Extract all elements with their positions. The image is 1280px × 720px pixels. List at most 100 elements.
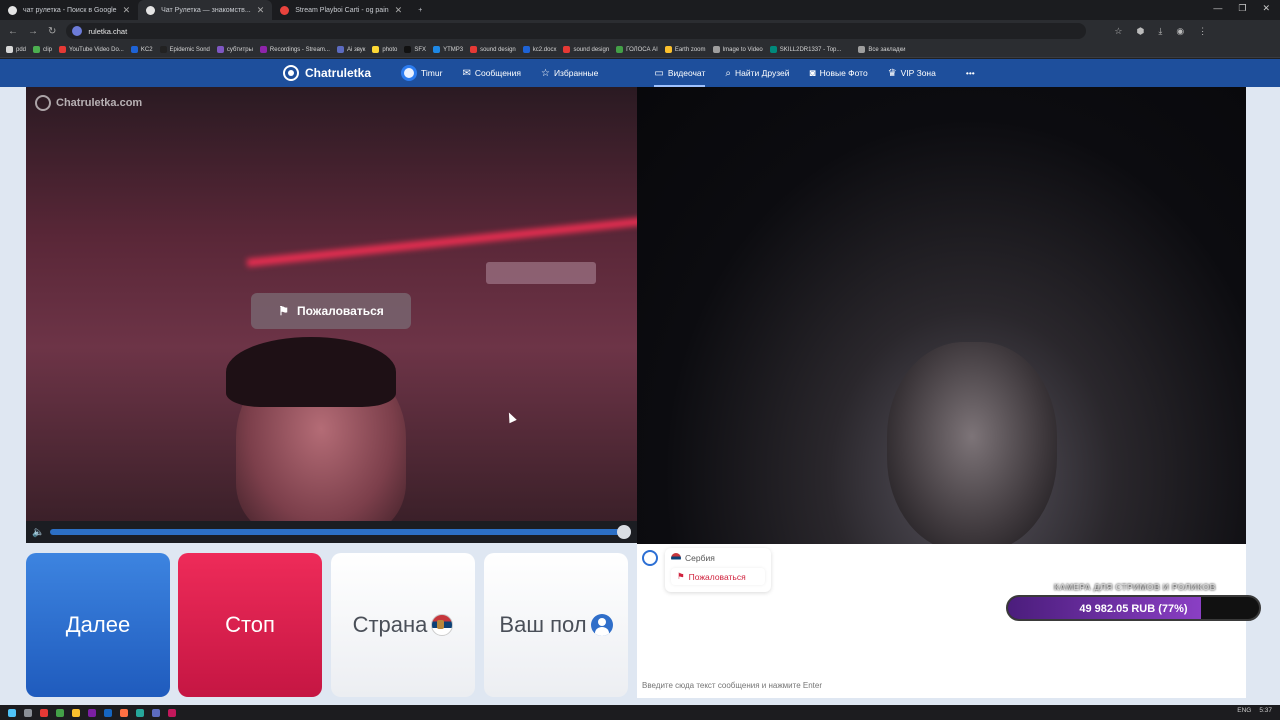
bookmark-item[interactable]: SKILL2DR1337 - Top... xyxy=(769,46,841,53)
download-icon[interactable]: ⤓ xyxy=(1158,26,1162,37)
nav-new-photos[interactable]: ◙ Новые Фото xyxy=(810,59,868,87)
bookmark-item[interactable]: Epidemic Sond xyxy=(159,46,210,53)
tab-title: чат рулетка - Поиск в Google xyxy=(23,6,117,14)
back-icon[interactable]: ← xyxy=(8,26,18,37)
app-icon[interactable] xyxy=(56,708,64,717)
star-icon[interactable]: ☆ xyxy=(1114,26,1122,37)
browser-tab-2[interactable]: Чат Рулетка — знакомств... ✕ xyxy=(138,0,273,20)
nav-favorites[interactable]: ☆ Избранные xyxy=(541,59,598,87)
nav-label: Видеочат xyxy=(667,68,706,78)
logo-text: Chatruletka xyxy=(305,66,372,80)
volume-control: 🔈 xyxy=(26,521,637,543)
stop-button[interactable]: Стоп xyxy=(178,553,322,697)
nav-profile[interactable]: Timur xyxy=(401,59,442,87)
bookmark-item[interactable]: kc2.docx xyxy=(522,46,556,53)
close-window-icon[interactable]: ✕ xyxy=(1262,3,1270,14)
bookmark-item[interactable]: photo xyxy=(372,46,397,53)
reload-icon[interactable]: ↻ xyxy=(48,26,56,37)
volume-slider-handle[interactable] xyxy=(617,525,631,539)
browser-tab-3[interactable]: Stream Playboi Carti - og pain ✕ xyxy=(272,0,410,20)
avatar-icon xyxy=(401,65,418,81)
address-bar: ← → ↻ ruletka.chat ☆ ⬢ ⤓ ◉ ⋮ xyxy=(0,20,1280,42)
url-field[interactable]: ruletka.chat xyxy=(66,23,1087,39)
partner-video: Chatruletka.com ⚑ Пожаловаться xyxy=(26,87,637,521)
app-icon[interactable] xyxy=(40,708,48,717)
donation-amount: 49 982.05 RUB (77%) xyxy=(1079,603,1188,615)
close-icon[interactable]: ✕ xyxy=(123,5,131,16)
bookmark-item[interactable]: Все закладки xyxy=(858,46,905,53)
close-icon[interactable]: ✕ xyxy=(395,5,403,16)
more-icon: ••• xyxy=(965,68,975,78)
forward-icon[interactable]: → xyxy=(28,26,38,37)
bookmark-item[interactable]: субтитры xyxy=(216,46,253,53)
report-button[interactable]: ⚑ Пожаловаться xyxy=(251,293,411,329)
nav-videochat[interactable]: ▭ Видеочат xyxy=(654,59,705,87)
windows-taskbar: ENG 5:37 xyxy=(0,705,1280,720)
air-conditioner xyxy=(486,262,596,284)
country-button[interactable]: Страна xyxy=(331,553,475,697)
profile-icon[interactable]: ◉ xyxy=(1176,26,1184,37)
site-info-icon[interactable] xyxy=(72,26,83,36)
app-icon[interactable] xyxy=(136,708,144,717)
bookmark-item[interactable]: ГОЛОСА AI xyxy=(616,46,658,53)
bookmark-item[interactable]: sound design xyxy=(563,46,609,53)
volume-icon[interactable]: 🔈 xyxy=(32,527,50,538)
next-button[interactable]: Далее xyxy=(26,553,170,697)
video-icon: ▭ xyxy=(654,67,664,79)
discord-icon[interactable] xyxy=(152,708,160,717)
nav-vip-zone[interactable]: ♛ VIP Зона xyxy=(888,59,936,87)
clock[interactable]: 5:37 xyxy=(1259,707,1272,714)
bookmark-item[interactable]: Ai звук xyxy=(336,46,365,53)
extension-icon[interactable]: ⬢ xyxy=(1136,26,1144,37)
gender-button[interactable]: Ваш пол xyxy=(484,553,628,697)
bookmark-item[interactable]: clip xyxy=(33,46,52,53)
self-video xyxy=(637,87,1246,544)
app-icon[interactable] xyxy=(104,708,112,717)
search-icon[interactable] xyxy=(24,708,32,717)
google-icon xyxy=(8,5,17,15)
windows-start-icon[interactable] xyxy=(8,708,16,717)
minimize-icon[interactable]: — xyxy=(1213,3,1222,14)
chat-message-input[interactable] xyxy=(642,678,1002,692)
gender-label: Ваш пол xyxy=(499,612,587,637)
bookmark-item[interactable]: pdd xyxy=(6,46,26,53)
bookmark-item[interactable]: SFX xyxy=(404,46,426,53)
bookmark-item[interactable]: YouTube Video Do... xyxy=(59,46,124,53)
donation-goal-value: 000 xyxy=(1232,624,1246,633)
nav-label: VIP Зона xyxy=(900,68,936,78)
nav-messages[interactable]: ✉ Сообщения xyxy=(462,59,521,87)
search-icon: ⌕ xyxy=(725,67,731,79)
bookmark-item[interactable]: Earth zoom xyxy=(664,46,706,53)
mail-icon: ✉ xyxy=(462,67,471,79)
app-icon[interactable] xyxy=(168,708,176,717)
app-icon[interactable] xyxy=(120,708,128,717)
site-logo[interactable]: Chatruletka xyxy=(283,65,371,81)
window-controls: — ❐ ✕ xyxy=(1213,3,1270,14)
close-icon[interactable]: ✕ xyxy=(257,5,265,16)
menu-icon[interactable]: ⋮ xyxy=(1198,26,1207,37)
bookmark-item[interactable]: KC2 xyxy=(130,46,153,53)
next-label: Далее xyxy=(65,612,131,637)
browser-tab-1[interactable]: чат рулетка - Поиск в Google ✕ xyxy=(0,0,138,20)
bookmark-item[interactable]: Image to Video xyxy=(712,46,763,53)
nav-label: Найти Друзей xyxy=(734,68,790,78)
nav-find-friends[interactable]: ⌕ Найти Друзей xyxy=(725,59,789,87)
bookmark-item[interactable]: YTMP3 xyxy=(433,46,463,53)
chrome-icon[interactable] xyxy=(72,708,80,717)
more-menu-button[interactable]: ••• xyxy=(966,59,975,87)
app-icon[interactable] xyxy=(88,708,96,717)
chatruletka-logo-icon xyxy=(283,65,299,81)
donation-goal-title: КАМЕРА ДЛЯ СТРИМОВ И РОЛИКОВ xyxy=(1054,582,1216,592)
donation-progress-bar: 49 982.05 RUB (77%) xyxy=(1006,595,1261,621)
maximize-icon[interactable]: ❐ xyxy=(1238,3,1246,14)
new-tab-button[interactable]: + xyxy=(410,0,430,20)
chatruletka-logo-icon xyxy=(35,95,51,111)
serbia-flag-icon xyxy=(431,614,454,636)
chat-controls: Далее Стоп Страна Ваш пол xyxy=(26,553,628,697)
volume-slider-track[interactable] xyxy=(50,529,625,535)
bookmark-item[interactable]: Recordings - Stream... xyxy=(259,46,330,53)
language-indicator[interactable]: ENG xyxy=(1237,707,1251,714)
tab-title: Чат Рулетка — знакомств... xyxy=(161,6,251,14)
chat-report-button[interactable]: ⚑ Пожаловаться xyxy=(671,568,765,585)
bookmark-item[interactable]: sound design xyxy=(470,46,516,53)
